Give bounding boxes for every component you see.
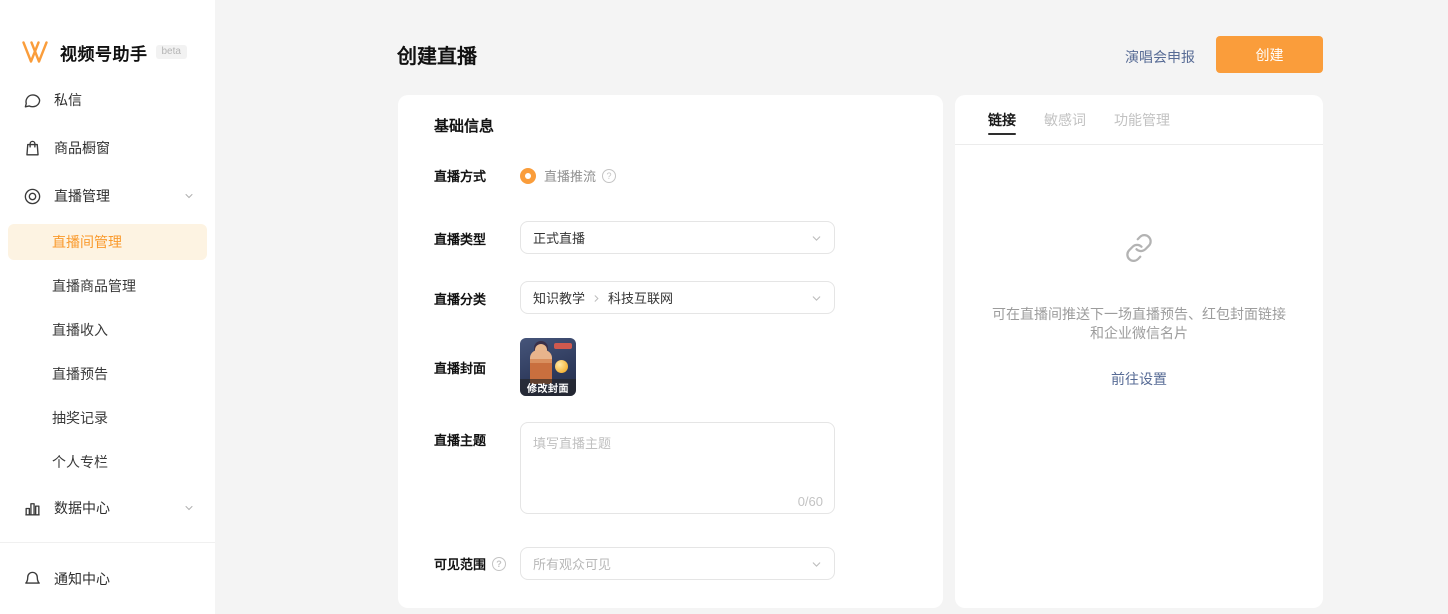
type-value: 正式直播	[533, 228, 585, 247]
sidebar-subitem-lottery-records[interactable]: 抽奖记录	[0, 396, 215, 440]
live-category-select[interactable]: 知识教学 科技互联网	[520, 281, 835, 314]
chevron-down-icon	[810, 292, 823, 305]
links-empty-state: 可在直播间推送下一场直播预告、红包封面链接和企业微信名片 前往设置	[955, 145, 1323, 389]
sidebar-item-private-messages[interactable]: 私信	[0, 76, 215, 124]
section-title: 基础信息	[434, 115, 907, 136]
sidebar-item-label: 数据中心	[54, 498, 110, 518]
topic-input[interactable]	[520, 422, 835, 514]
app-logo-row: 视频号助手 beta	[0, 0, 215, 68]
sidebar-subitem-label: 直播商品管理	[52, 276, 136, 296]
chat-icon	[22, 90, 42, 110]
topic-label: 直播主题	[434, 422, 520, 519]
bag-icon	[22, 138, 42, 158]
chevron-down-icon	[183, 502, 195, 514]
form-row-category: 直播分类 知识教学 科技互联网	[434, 281, 907, 314]
live-icon	[22, 186, 42, 206]
sidebar-item-label: 私信	[54, 90, 82, 110]
sidebar-divider	[0, 542, 215, 543]
sidebar-item-live-management[interactable]: 直播管理	[0, 172, 215, 220]
empty-state-text: 可在直播间推送下一场直播预告、红包封面链接和企业微信名片	[988, 305, 1290, 343]
sidebar-subitem-label: 个人专栏	[52, 452, 108, 472]
category-primary: 知识教学	[533, 288, 585, 307]
sidebar-subitem-live-trailer[interactable]: 直播预告	[0, 352, 215, 396]
modify-cover-overlay: 修改封面	[520, 379, 576, 396]
sidebar-subitem-personal-column[interactable]: 个人专栏	[0, 440, 215, 484]
char-counter: 0/60	[798, 494, 823, 509]
create-button[interactable]: 创建	[1216, 36, 1323, 73]
chevron-down-icon	[810, 232, 823, 245]
help-icon[interactable]: ?	[602, 169, 616, 183]
chevron-down-icon	[183, 190, 195, 202]
goto-settings-link[interactable]: 前往设置	[1111, 369, 1167, 389]
sidebar-subitem-label: 直播预告	[52, 364, 108, 384]
method-label: 直播方式	[434, 166, 520, 185]
form-row-visibility: 可见范围 ? 所有观众可见	[434, 547, 907, 580]
cover-coin-decoration	[555, 360, 568, 373]
links-panel-card: 链接 敏感词 功能管理 可在直播间推送下一场直播预告、红包封面链接和企业微信名片…	[955, 95, 1323, 608]
main-content: 创建直播 演唱会申报 创建 基础信息 直播方式 直播推流 ? 直播类型 正式直播	[215, 0, 1448, 614]
panel-tabs: 链接 敏感词 功能管理	[955, 95, 1323, 145]
type-label: 直播类型	[434, 221, 520, 254]
app-title: 视频号助手	[60, 40, 148, 65]
bell-icon	[22, 569, 42, 589]
sidebar-subitem-liveroom-management[interactable]: 直播间管理	[8, 224, 207, 260]
sidebar-item-product-showcase[interactable]: 商品橱窗	[0, 124, 215, 172]
method-value: 直播推流	[544, 166, 596, 185]
sidebar-nav: 私信 商品橱窗 直播管理 直播间管理 直播商品管	[0, 76, 215, 603]
link-icon	[1124, 233, 1154, 263]
basic-info-card: 基础信息 直播方式 直播推流 ? 直播类型 正式直播	[398, 95, 943, 608]
form-row-type: 直播类型 正式直播	[434, 221, 907, 254]
bar-chart-icon	[22, 498, 42, 518]
sidebar-subitem-label: 直播收入	[52, 320, 108, 340]
chevron-down-icon	[810, 558, 823, 571]
page-title: 创建直播	[397, 40, 477, 69]
form-row-method: 直播方式 直播推流 ?	[434, 166, 907, 185]
sidebar-item-notification-center[interactable]: 通知中心	[0, 555, 215, 603]
cover-badge-decoration	[554, 343, 572, 349]
beta-badge: beta	[156, 45, 187, 59]
help-icon[interactable]: ?	[492, 557, 506, 571]
live-cover-thumbnail[interactable]: 修改封面	[520, 338, 576, 396]
sidebar-item-label: 商品橱窗	[54, 138, 110, 158]
category-label: 直播分类	[434, 281, 520, 314]
topic-textarea-wrap: 0/60	[520, 422, 835, 519]
radio-selected-icon	[520, 168, 536, 184]
sidebar-subitem-live-product-management[interactable]: 直播商品管理	[0, 264, 215, 308]
sidebar: 视频号助手 beta 私信 商品橱窗	[0, 0, 215, 614]
visibility-select[interactable]: 所有观众可见	[520, 547, 835, 580]
tab-links[interactable]: 链接	[988, 95, 1016, 145]
sidebar-subitem-label: 抽奖记录	[52, 408, 108, 428]
sidebar-subitem-label: 直播间管理	[52, 232, 122, 252]
sidebar-item-label: 通知中心	[54, 569, 110, 589]
channels-logo-icon	[20, 39, 50, 65]
form-row-cover: 直播封面 修改封面	[434, 338, 907, 396]
cover-label: 直播封面	[434, 338, 520, 396]
visibility-label: 可见范围 ?	[434, 547, 520, 580]
sidebar-subitem-live-income[interactable]: 直播收入	[0, 308, 215, 352]
live-type-select[interactable]: 正式直播	[520, 221, 835, 254]
tab-sensitive-words[interactable]: 敏感词	[1044, 95, 1086, 145]
sidebar-item-label: 直播管理	[54, 186, 110, 206]
visibility-placeholder: 所有观众可见	[533, 554, 611, 573]
tab-feature-management[interactable]: 功能管理	[1114, 95, 1170, 145]
concert-application-link[interactable]: 演唱会申报	[1125, 47, 1195, 67]
category-secondary: 科技互联网	[608, 288, 673, 307]
sidebar-item-data-center[interactable]: 数据中心	[0, 484, 215, 532]
form-row-topic: 直播主题 0/60	[434, 422, 907, 519]
method-radio-push-stream[interactable]: 直播推流 ?	[520, 166, 616, 185]
chevron-right-icon	[591, 293, 602, 304]
